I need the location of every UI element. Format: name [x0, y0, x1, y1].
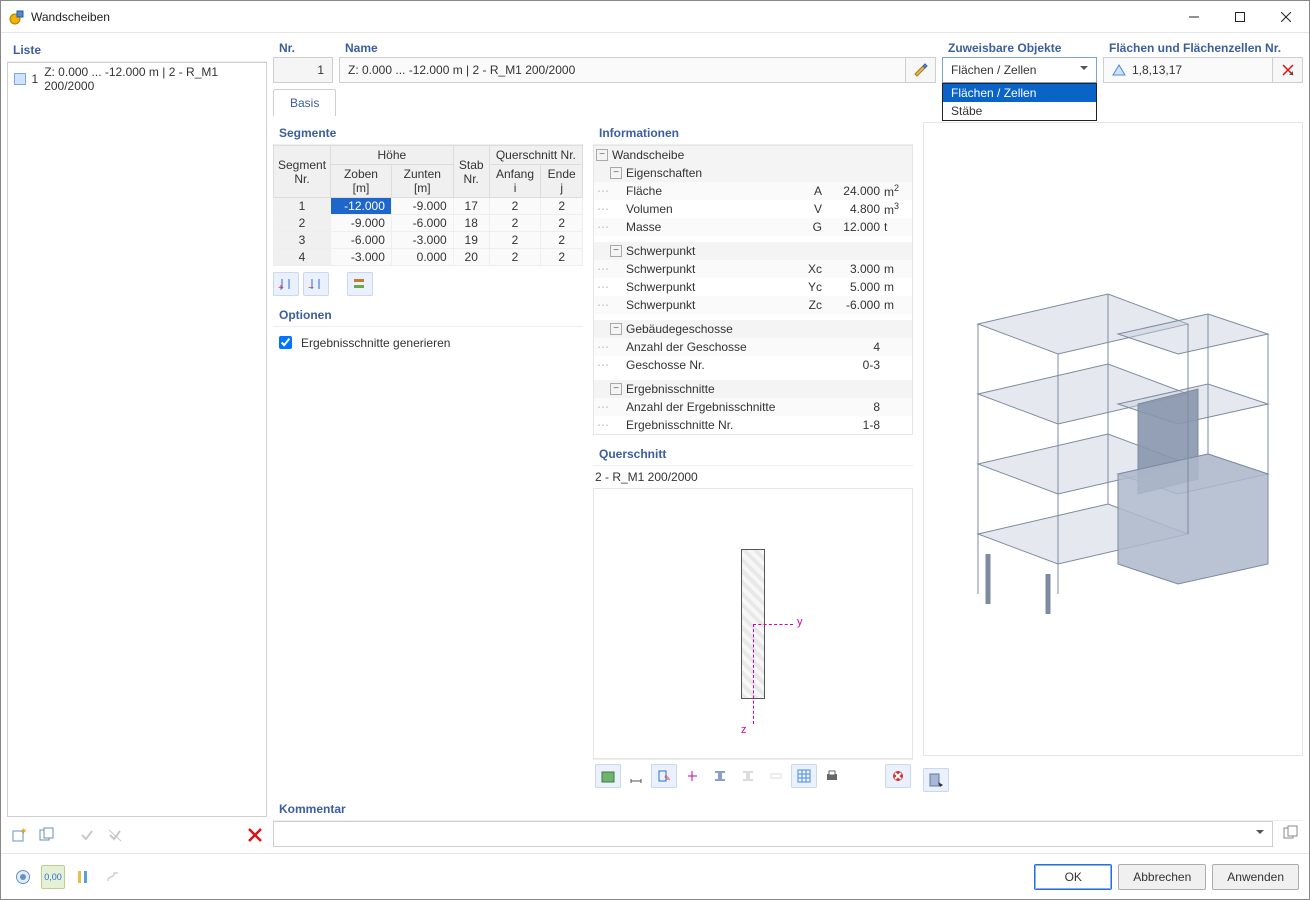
viewport-pick-button[interactable]: [923, 768, 949, 792]
minimize-button[interactable]: [1171, 1, 1217, 32]
assignable-value: Flächen / Zellen: [951, 63, 1036, 77]
col-hoehe: Höhe: [331, 146, 454, 165]
info-wand: Wandscheibe: [612, 148, 684, 162]
list-title: Liste: [7, 39, 267, 62]
col-zoben: Zoben [m]: [331, 165, 392, 198]
info-eig: Eigenschaften: [626, 166, 702, 180]
faces-label: Flächen und Flächenzellen Nr.: [1103, 39, 1303, 57]
table-row[interactable]: 2-9.000-6.0001822: [274, 215, 583, 232]
table-row[interactable]: 1-12.000-9.0001722: [274, 198, 583, 215]
generate-results-input[interactable]: [279, 336, 292, 349]
segment-add-button[interactable]: +: [273, 272, 299, 296]
info-title: Informationen: [593, 122, 913, 145]
svg-text:+: +: [278, 283, 284, 292]
ok-button[interactable]: OK: [1034, 864, 1112, 890]
section-clear-button[interactable]: [885, 764, 911, 788]
col-anfang: Anfang i: [489, 165, 541, 198]
segment-remove-button[interactable]: −: [303, 272, 329, 296]
help-button[interactable]: [11, 865, 35, 889]
close-button[interactable]: [1263, 1, 1309, 32]
comment-library-button[interactable]: [1279, 821, 1303, 845]
list-box[interactable]: 1 Z: 0.000 ... -12.000 m | 2 - R_M1 200/…: [7, 62, 267, 817]
options-title: Optionen: [273, 304, 583, 327]
list-item-text: Z: 0.000 ... -12.000 m | 2 - R_M1 200/20…: [44, 65, 260, 93]
collapse-icon[interactable]: −: [610, 167, 622, 179]
script-button[interactable]: [101, 865, 125, 889]
info-sp: Schwerpunkt: [626, 244, 695, 258]
section-axes-button[interactable]: [679, 764, 705, 788]
assignable-dropdown[interactable]: Flächen / Zellen Stäbe: [942, 83, 1097, 121]
segments-table[interactable]: Segment Nr. Höhe Stab Nr. Querschnitt Nr…: [273, 145, 583, 266]
list-item[interactable]: 1 Z: 0.000 ... -12.000 m | 2 - R_M1 200/…: [8, 63, 266, 95]
titlebar: Wandscheiben: [1, 1, 1309, 33]
svg-text:✎: ✎: [664, 774, 671, 783]
section-ibeam2-button[interactable]: [735, 764, 761, 788]
info-tree[interactable]: −Wandscheibe −Eigenschaften ⋯FlächeA24.0…: [593, 145, 913, 435]
collapse-icon[interactable]: −: [610, 245, 622, 257]
section-preview: y z: [593, 488, 913, 759]
section-dim-button[interactable]: [623, 764, 649, 788]
info-gesch: Gebäudegeschosse: [626, 322, 733, 336]
collapse-icon[interactable]: −: [610, 383, 622, 395]
assignable-option-members[interactable]: Stäbe: [943, 102, 1096, 120]
new-item-button[interactable]: ✶: [7, 823, 31, 847]
tab-basis[interactable]: Basis: [273, 89, 336, 116]
svg-text:✶: ✶: [20, 827, 27, 836]
axis-z-label: z: [741, 724, 747, 736]
comment-input[interactable]: [273, 821, 1273, 847]
delete-item-button[interactable]: [243, 823, 267, 847]
viewport-3d[interactable]: [923, 122, 1303, 756]
info-erg: Ergebnisschnitte: [626, 382, 715, 396]
table-row[interactable]: 4-3.0000.0002022: [274, 249, 583, 266]
col-querschnitt: Querschnitt Nr.: [489, 146, 582, 165]
include-button[interactable]: [75, 823, 99, 847]
cancel-button[interactable]: Abbrechen: [1118, 864, 1206, 890]
faces-icon: [1112, 64, 1126, 76]
col-segment: Segment Nr.: [278, 158, 326, 186]
exclude-button[interactable]: [103, 823, 127, 847]
section-stress-button[interactable]: [763, 764, 789, 788]
nr-label: Nr.: [273, 39, 333, 57]
nr-value: 1: [273, 57, 333, 83]
collapse-icon[interactable]: −: [610, 323, 622, 335]
comment-title: Kommentar: [273, 798, 1303, 821]
units-button[interactable]: 0,00: [41, 865, 65, 889]
section-title: Querschnitt: [593, 443, 913, 466]
axis-y-label: y: [797, 616, 803, 628]
model-button[interactable]: [71, 865, 95, 889]
col-zunten: Zunten [m]: [391, 165, 453, 198]
list-item-no: 1: [32, 72, 39, 86]
color-swatch-icon: [14, 73, 26, 85]
name-input[interactable]: Z: 0.000 ... -12.000 m | 2 - R_M1 200/20…: [339, 57, 906, 83]
name-label: Name: [339, 39, 936, 57]
segments-title: Segmente: [273, 122, 583, 145]
maximize-button[interactable]: [1217, 1, 1263, 32]
col-stab: Stab Nr.: [459, 158, 484, 186]
edit-name-button[interactable]: [906, 57, 936, 83]
assignable-label: Zuweisbare Objekte: [942, 39, 1097, 57]
segment-reorder-button[interactable]: [347, 272, 373, 296]
section-toolbar: ✎: [593, 759, 913, 792]
apply-button[interactable]: Anwenden: [1212, 864, 1299, 890]
app-icon: [9, 9, 25, 25]
window-title: Wandscheiben: [31, 10, 1171, 24]
table-row[interactable]: 3-6.000-3.0001922: [274, 232, 583, 249]
generate-results-label: Ergebnisschnitte generieren: [301, 336, 450, 350]
faces-input[interactable]: 1,8,13,17: [1132, 63, 1182, 77]
section-edit-button[interactable]: ✎: [651, 764, 677, 788]
section-print-button[interactable]: [819, 764, 845, 788]
pick-faces-button[interactable]: [1273, 57, 1303, 83]
section-library-button[interactable]: [595, 764, 621, 788]
svg-text:−: −: [308, 283, 314, 292]
generate-results-checkbox[interactable]: Ergebnisschnitte generieren: [273, 327, 583, 358]
section-ibeam-button[interactable]: [707, 764, 733, 788]
col-ende: Ende j: [541, 165, 583, 198]
copy-item-button[interactable]: [35, 823, 59, 847]
section-grid-button[interactable]: [791, 764, 817, 788]
collapse-icon[interactable]: −: [596, 149, 608, 161]
assignable-option-faces[interactable]: Flächen / Zellen: [943, 84, 1096, 102]
section-value: 2 - R_M1 200/2000: [593, 466, 913, 488]
assignable-select[interactable]: Flächen / Zellen Flächen / Zellen Stäbe: [942, 57, 1097, 83]
